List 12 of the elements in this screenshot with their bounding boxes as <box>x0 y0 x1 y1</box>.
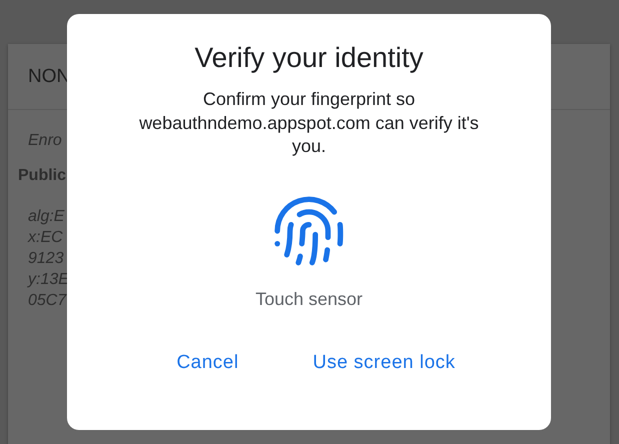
card-text: x:EC <box>28 228 63 248</box>
card-text: 9123 <box>28 249 64 269</box>
card-text: y:13E <box>28 270 69 290</box>
card-text: alg:E <box>28 207 64 227</box>
section-heading: Public <box>18 166 66 186</box>
dialog-message: Confirm your fingerprint so webauthndemo.appspot.com can verify it's you. <box>138 88 480 158</box>
dialog-title: Verify your identity <box>194 42 424 74</box>
card-text: 05C7 <box>28 291 66 311</box>
card-text: Enro <box>28 131 62 151</box>
screen-lock-button[interactable]: Use screen lock <box>304 346 464 380</box>
cancel-button[interactable]: Cancel <box>168 346 247 380</box>
sensor-label: Touch sensor <box>255 288 363 310</box>
